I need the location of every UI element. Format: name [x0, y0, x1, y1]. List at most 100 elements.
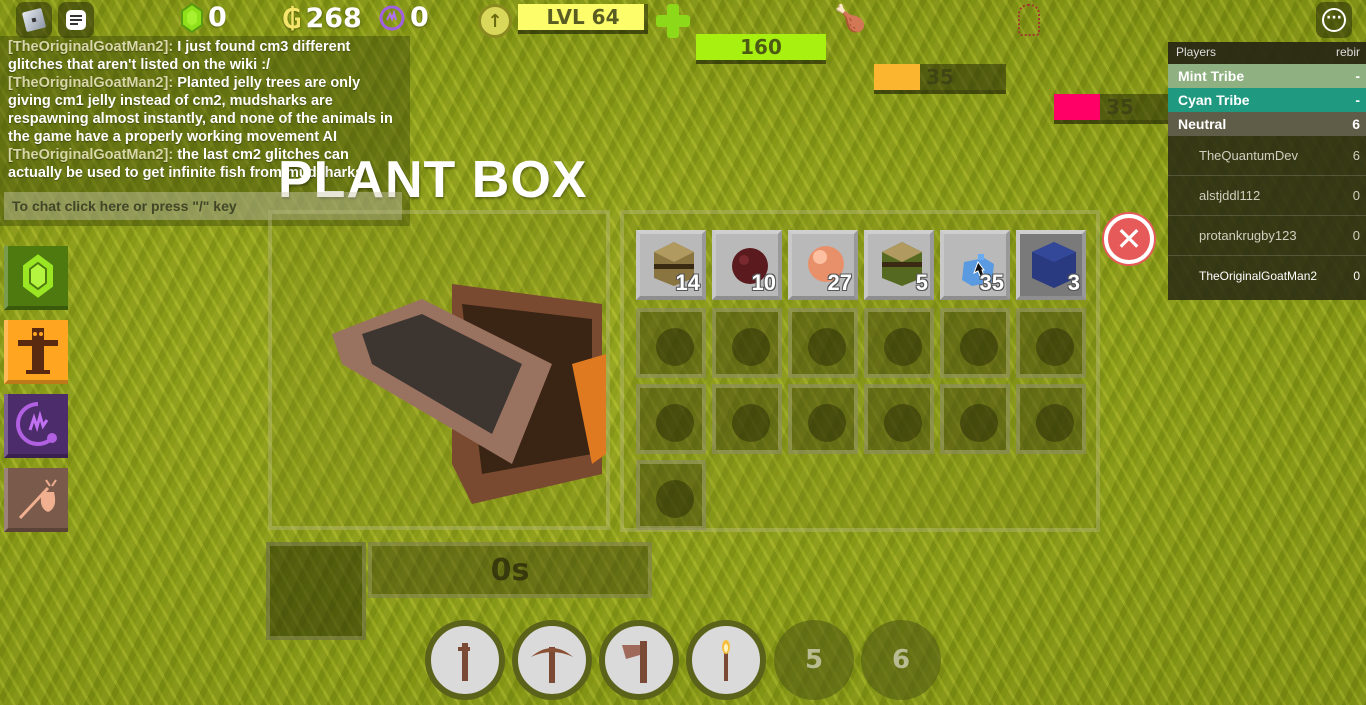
- empty-slot-placeholder-icon: [732, 328, 770, 366]
- inventory-slot-dark-red-ball[interactable]: 10: [712, 230, 782, 300]
- gem-count: 0: [208, 2, 227, 33]
- gem-shop-button[interactable]: [4, 246, 68, 310]
- axe-icon: [622, 641, 647, 683]
- player-leaderboard: Players rebir Mint Tribe - Cyan Tribe - Ne…: [1168, 42, 1366, 300]
- inventory-slot-blue-brick[interactable]: 35: [940, 230, 1010, 300]
- inventory-slot-empty[interactable]: [636, 308, 706, 378]
- chat-author[interactable]: [TheOriginalGoatMan2]:: [8, 39, 173, 55]
- item-count: 10: [751, 270, 776, 295]
- temperature-value: 35: [1106, 95, 1134, 119]
- coin-count: 268: [305, 3, 362, 34]
- level-label: LVL 64: [546, 5, 620, 29]
- roblox-menu-button[interactable]: [16, 2, 52, 38]
- player-value: 0: [1352, 188, 1360, 203]
- essence-hand-icon: [379, 5, 405, 30]
- inventory-slot-empty[interactable]: [788, 384, 858, 454]
- leaderboard-header: Players rebir: [1168, 42, 1366, 64]
- inventory-slot-dirt-block[interactable]: 14: [636, 230, 706, 300]
- inventory-slot-empty[interactable]: [864, 384, 934, 454]
- players-header: Players: [1176, 45, 1217, 59]
- chat-message: [TheOriginalGoatMan2]: Planted jelly tre…: [0, 74, 410, 146]
- ellipsis-icon: ···: [1322, 8, 1346, 32]
- player-row[interactable]: protankrugby123 0: [1168, 216, 1366, 256]
- empty-slot-placeholder-icon: [656, 480, 694, 518]
- team-value: -: [1355, 92, 1360, 108]
- coin-counter: ₲ 268: [282, 2, 362, 35]
- bindle-button[interactable]: [4, 468, 68, 532]
- empty-slot-placeholder-icon: [656, 328, 694, 366]
- plant-preview-viewport: [268, 210, 610, 530]
- inventory-slot-empty[interactable]: [636, 384, 706, 454]
- item-count: 35: [979, 270, 1004, 295]
- inventory-slot-blue-cube[interactable]: 3: [1016, 230, 1086, 300]
- more-menu-button[interactable]: ···: [1316, 2, 1352, 38]
- hotbar-slot-3[interactable]: [599, 620, 679, 700]
- gem-icon: [181, 2, 203, 33]
- player-row[interactable]: TheQuantumDev 6: [1168, 136, 1366, 176]
- hotbar-slot-1[interactable]: [425, 620, 505, 700]
- inventory-slot-grass-block[interactable]: 5: [864, 230, 934, 300]
- player-name: alstjddl112: [1199, 188, 1261, 203]
- hotbar-slot-6[interactable]: 6: [861, 620, 941, 700]
- inventory-slot-empty[interactable]: [940, 384, 1010, 454]
- health-bar: 160: [696, 34, 826, 64]
- empty-slot-placeholder-icon: [808, 404, 846, 442]
- item-count: 14: [675, 270, 700, 295]
- hotbar-slot-number: 5: [804, 645, 824, 675]
- inventory-slot-empty[interactable]: [788, 308, 858, 378]
- output-slot[interactable]: [266, 542, 366, 640]
- chat-message: [TheOriginalGoatMan2]: I just found cm3 …: [0, 38, 410, 74]
- empty-slot-placeholder-icon: [808, 328, 846, 366]
- chat-author[interactable]: [TheOriginalGoatMan2]:: [8, 147, 173, 163]
- gem-icon: [21, 251, 55, 301]
- bindle-icon: [18, 479, 57, 520]
- inventory-slot-empty[interactable]: [1016, 384, 1086, 454]
- hand-swirl-icon: [16, 402, 57, 446]
- level-bar: LVL 64: [518, 4, 648, 34]
- team-row-mint[interactable]: Mint Tribe -: [1168, 64, 1366, 88]
- inventory-slot-empty[interactable]: [712, 384, 782, 454]
- inventory-slot-empty[interactable]: [712, 308, 782, 378]
- inventory-slot-empty[interactable]: [636, 460, 706, 530]
- body-temperature-icon: [1018, 4, 1040, 36]
- team-value: -: [1355, 68, 1360, 84]
- team-row-cyan[interactable]: Cyan Tribe -: [1168, 88, 1366, 112]
- health-plus-icon: [656, 4, 690, 38]
- stat-header: rebir: [1335, 45, 1360, 59]
- tribes-button[interactable]: [4, 320, 68, 384]
- player-row[interactable]: alstjddl112 0: [1168, 176, 1366, 216]
- gem-counter: 0: [180, 2, 227, 33]
- item-count: 5: [915, 270, 928, 295]
- hotbar-slot-5[interactable]: 5: [774, 620, 854, 700]
- drumstick-icon: 🍗: [834, 4, 867, 34]
- roblox-logo-icon: [21, 7, 47, 33]
- inventory-slot-empty[interactable]: [940, 308, 1010, 378]
- inventory-slot-peach-ball[interactable]: 27: [788, 230, 858, 300]
- hunger-value: 35: [926, 65, 954, 89]
- close-icon: ✕: [1115, 220, 1143, 258]
- empty-slot-placeholder-icon: [884, 328, 922, 366]
- essence-count: 0: [410, 2, 429, 33]
- player-value: 6: [1352, 148, 1360, 163]
- empty-slot-placeholder-icon: [732, 404, 770, 442]
- empty-slot-placeholder-icon: [1036, 328, 1074, 366]
- totem-icon: [18, 328, 58, 374]
- chat-toggle-button[interactable]: [58, 2, 94, 38]
- inventory-slot-empty[interactable]: [864, 308, 934, 378]
- item-count: 27: [827, 270, 852, 295]
- player-row-self[interactable]: TheOriginalGoatMan2 0: [1168, 256, 1366, 296]
- team-name: Cyan Tribe: [1178, 92, 1250, 108]
- inventory-slot-empty[interactable]: [1016, 308, 1086, 378]
- team-row-neutral[interactable]: Neutral 6: [1168, 112, 1366, 136]
- coin-icon: ₲: [282, 2, 302, 35]
- hotbar-slot-2[interactable]: [512, 620, 592, 700]
- chat-author[interactable]: [TheOriginalGoatMan2]:: [8, 75, 173, 91]
- emotes-button[interactable]: [4, 394, 68, 458]
- close-button[interactable]: ✕: [1104, 214, 1154, 264]
- player-name: TheOriginalGoatMan2: [1199, 269, 1318, 283]
- hotbar-slot-4[interactable]: [686, 620, 766, 700]
- empty-slot-placeholder-icon: [960, 328, 998, 366]
- player-value: 0: [1352, 228, 1360, 243]
- empty-slot-placeholder-icon: [960, 404, 998, 442]
- stick-icon: [458, 643, 470, 681]
